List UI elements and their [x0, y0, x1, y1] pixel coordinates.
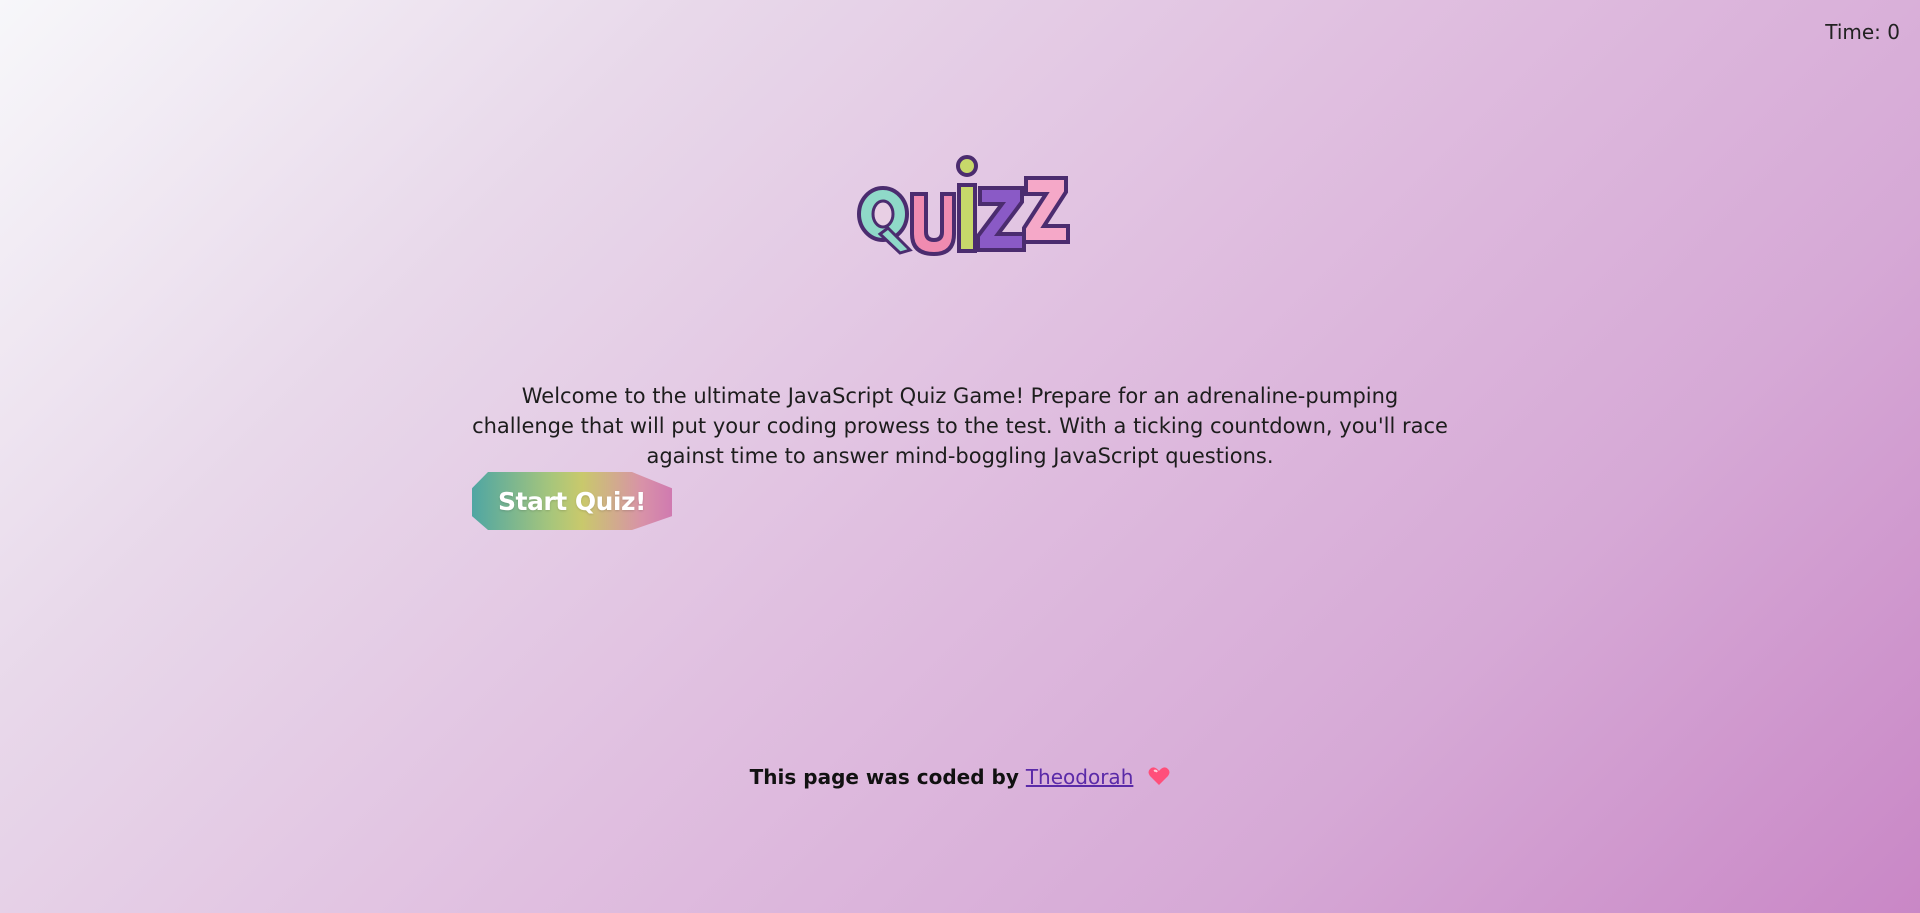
heart-icon: [1148, 766, 1170, 791]
timer-value: 0: [1887, 20, 1900, 44]
logo-graphic: [857, 155, 1070, 257]
intro-text: Welcome to the ultimate JavaScript Quiz …: [472, 384, 1448, 468]
timer: Time: 0: [1825, 20, 1900, 44]
logo-container: [0, 150, 1920, 260]
quizz-logo: [850, 150, 1070, 260]
timer-label: Time:: [1825, 20, 1881, 44]
author-link[interactable]: Theodorah: [1026, 765, 1134, 789]
start-quiz-button[interactable]: Start Quiz!: [472, 472, 672, 530]
footer: This page was coded by Theodorah: [0, 765, 1920, 791]
footer-prefix: This page was coded by: [749, 765, 1019, 789]
